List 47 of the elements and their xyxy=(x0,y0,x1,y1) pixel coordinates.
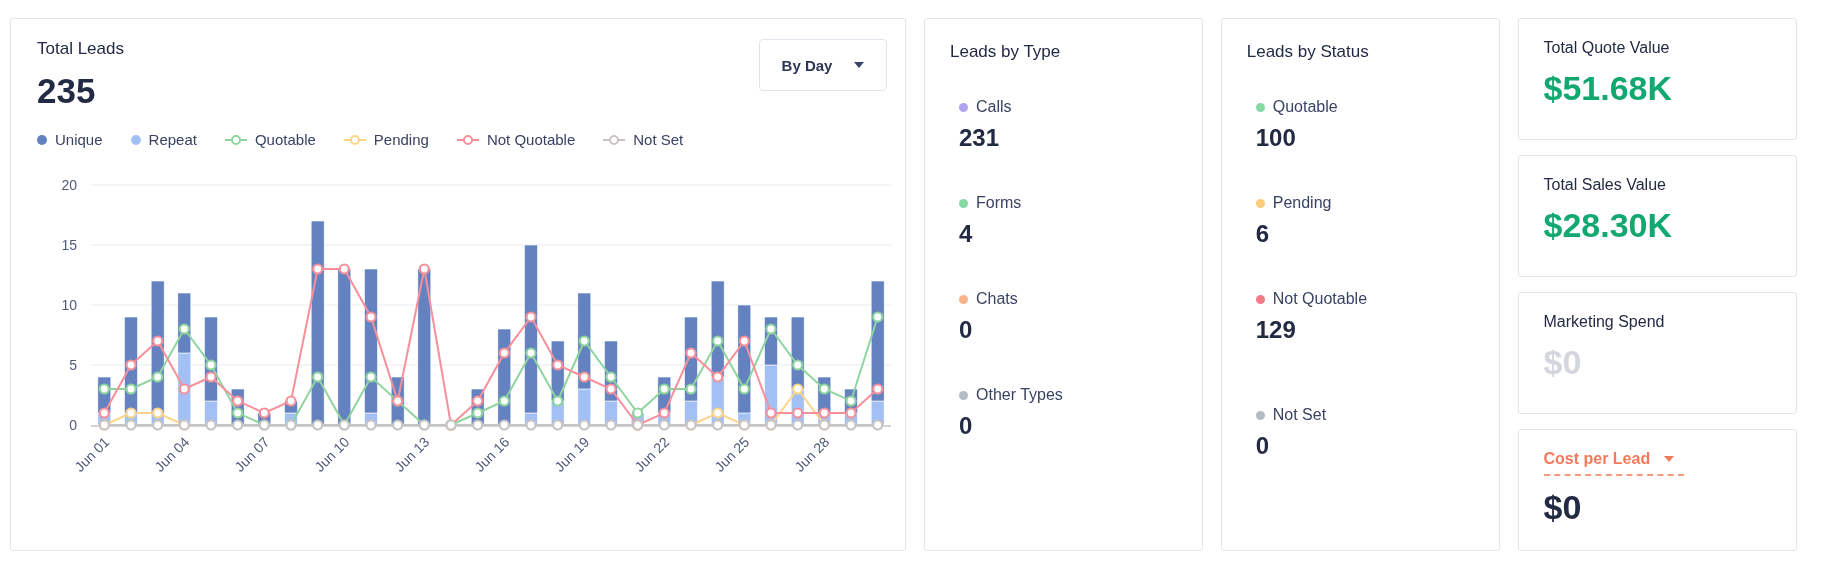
item-label: Not Quotable xyxy=(1272,290,1368,308)
legend-label: Repeat xyxy=(148,131,197,148)
card-title: Total Leads xyxy=(37,39,124,59)
item-label: Other Types xyxy=(976,386,1063,404)
item-value: 129 xyxy=(1255,316,1297,344)
item-label: Quotable xyxy=(1272,98,1338,116)
item-label: Forms xyxy=(976,194,1022,212)
y-axis-label: 0 xyxy=(69,417,77,433)
item-value: 0 xyxy=(1255,432,1271,460)
legend-label: Quotable xyxy=(254,131,316,148)
x-axis-label: Jun 22 xyxy=(631,433,673,475)
item-label: Not Set xyxy=(1272,406,1327,424)
item-label: Chats xyxy=(976,290,1018,308)
y-axis-label: 15 xyxy=(61,237,77,253)
x-axis-label: Jun 28 xyxy=(791,433,833,475)
metric-value: $51.68K xyxy=(1543,69,1673,108)
x-axis-label: Jun 07 xyxy=(231,433,273,475)
legend-label: Not Quotable xyxy=(486,131,576,148)
legend-label: Unique xyxy=(55,131,103,148)
total-leads-value: 235 xyxy=(37,71,97,111)
x-axis-label: Jun 25 xyxy=(711,433,753,475)
y-axis-label: 10 xyxy=(61,297,77,313)
x-axis-label: Jun 13 xyxy=(391,433,433,475)
y-axis-label: 5 xyxy=(69,357,77,373)
y-axis-label: 20 xyxy=(61,177,77,193)
metric-label: Marketing Spend xyxy=(1543,313,1665,331)
x-axis-label: Jun 16 xyxy=(471,433,513,475)
metric-value: $0 xyxy=(1543,488,1582,527)
item-label: Calls xyxy=(976,98,1012,116)
metric-label: Total Sales Value xyxy=(1543,176,1666,194)
metric-label: Total Quote Value xyxy=(1543,39,1670,57)
card-title: Leads by Type xyxy=(950,42,1062,62)
card-title: Leads by Status xyxy=(1246,42,1370,62)
x-axis-label: Jun 04 xyxy=(151,433,193,475)
item-label: Pending xyxy=(1272,194,1332,212)
item-value: 6 xyxy=(1255,220,1271,248)
x-axis-label: Jun 19 xyxy=(551,433,593,475)
item-value: 100 xyxy=(1255,124,1297,152)
x-axis-label: Jun 10 xyxy=(311,433,353,475)
item-value: 0 xyxy=(959,316,974,344)
legend-label: Pending xyxy=(373,131,429,148)
metric-value: $28.30K xyxy=(1543,206,1673,245)
item-value: 231 xyxy=(959,124,1001,152)
item-value: 4 xyxy=(959,220,974,248)
x-axis-label: Jun 01 xyxy=(71,433,113,475)
legend-label: Not Set xyxy=(633,131,684,148)
item-value: 0 xyxy=(959,412,974,440)
